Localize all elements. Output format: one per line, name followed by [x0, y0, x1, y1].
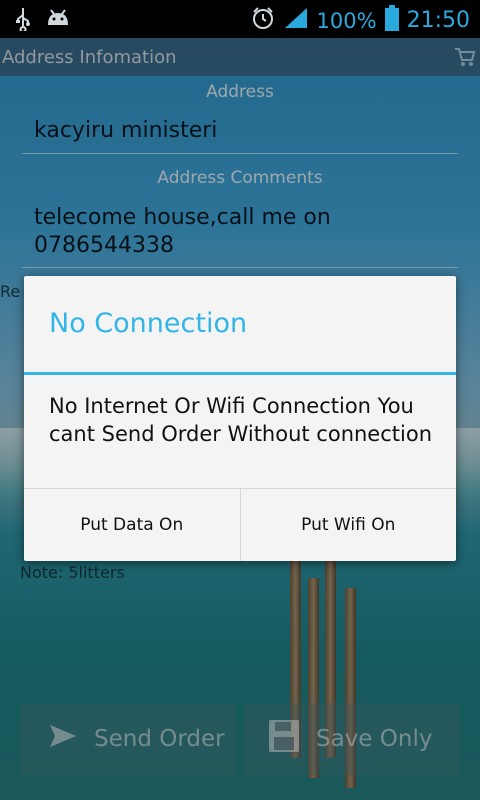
- clock: 21:50: [406, 8, 470, 33]
- dialog-message: No Internet Or Wifi Connection You cant …: [49, 394, 433, 446]
- battery-icon: [384, 5, 399, 36]
- usb-icon: [14, 7, 32, 35]
- dialog-button-row: Put Data On Put Wifi On: [24, 488, 456, 561]
- put-data-on-button[interactable]: Put Data On: [24, 489, 240, 561]
- android-icon: [46, 7, 70, 35]
- status-right: 100% 21:50: [251, 5, 470, 36]
- status-bar: 100% 21:50: [0, 0, 480, 38]
- status-left: [14, 7, 70, 35]
- no-connection-dialog: No Connection No Internet Or Wifi Connec…: [24, 276, 456, 561]
- dialog-divider: [24, 372, 456, 375]
- put-wifi-on-button[interactable]: Put Wifi On: [239, 489, 457, 561]
- alarm-icon: [251, 6, 275, 35]
- battery-percent: 100%: [316, 8, 377, 33]
- dialog-title: No Connection: [49, 308, 248, 339]
- signal-icon: [283, 6, 309, 35]
